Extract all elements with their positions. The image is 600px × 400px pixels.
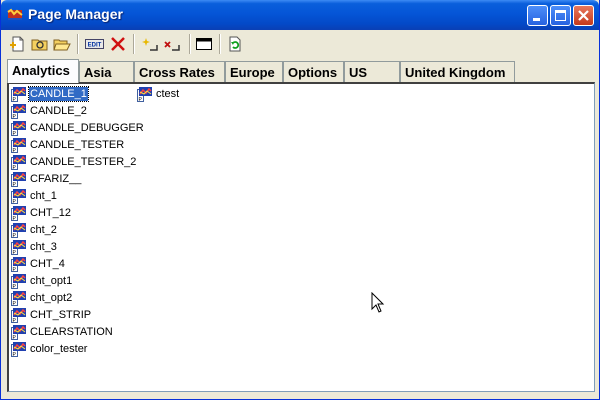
page-doc-icon: P	[137, 87, 152, 102]
window-title: Page Manager	[28, 6, 123, 22]
toolbar-separator	[219, 34, 221, 54]
toolbar-separator	[133, 34, 135, 54]
close-button[interactable]	[573, 5, 594, 26]
list-item-label: CLEARSTATION	[30, 326, 113, 338]
page-doc-icon: P	[11, 138, 26, 153]
toolbar-separator	[77, 34, 79, 54]
list-item-label: CANDLE_DEBUGGER	[30, 122, 144, 134]
refresh-icon	[229, 36, 241, 52]
page-doc-icon: P	[11, 240, 26, 255]
page-doc-icon: P	[11, 189, 26, 204]
open-folder-button[interactable]	[51, 33, 73, 55]
list-item-label: ctest	[156, 88, 180, 100]
page-doc-icon: P	[11, 155, 26, 170]
page-doc-icon: P	[11, 257, 26, 272]
tab-europe[interactable]: Europe	[225, 61, 283, 82]
svg-text:EDIT: EDIT	[88, 43, 102, 49]
tab-us[interactable]: US	[344, 61, 400, 82]
list-item-label: color_tester	[30, 343, 88, 355]
page-doc-icon: P	[11, 342, 26, 357]
close-icon	[578, 10, 589, 21]
list-item-label: CFARIZ__	[30, 173, 82, 185]
tab-options[interactable]: Options	[283, 61, 344, 82]
title-bar[interactable]: Page Manager	[1, 0, 599, 30]
open-folder-icon	[53, 39, 71, 51]
page-doc-icon: P	[11, 308, 26, 323]
page-doc-icon: P	[11, 172, 26, 187]
delete-icon	[111, 37, 125, 51]
edit-button[interactable]: EDIT	[83, 33, 105, 55]
list-item-label: CANDLE_TESTER_2	[30, 156, 137, 168]
rename-button[interactable]	[161, 33, 183, 55]
list-item-label: CHT_4	[30, 258, 65, 270]
tab-strip: Analytics Asia Cross Rates Europe Option…	[5, 59, 597, 83]
new-page-button[interactable]	[7, 33, 29, 55]
page-doc-icon: P	[11, 121, 26, 136]
toolbar-separator	[189, 34, 191, 54]
open-page-icon	[31, 39, 48, 51]
new-page-icon	[10, 36, 24, 52]
open-page-button[interactable]	[29, 33, 51, 55]
list-item-label: CHT_12	[30, 207, 71, 219]
refresh-button[interactable]	[223, 33, 245, 55]
tab-united-kingdom[interactable]: United Kingdom	[400, 61, 515, 82]
page-doc-icon: P	[11, 223, 26, 238]
page-doc-icon: P	[11, 206, 26, 221]
tab-asia[interactable]: Asia	[79, 61, 134, 82]
edit-icon: EDIT	[85, 39, 104, 49]
minimize-button[interactable]	[527, 5, 548, 26]
maximize-button[interactable]	[550, 5, 571, 26]
list-item-label: cht_opt2	[30, 292, 73, 304]
app-icon	[7, 8, 23, 20]
new-item-button[interactable]	[139, 33, 161, 55]
page-doc-icon: P	[11, 274, 26, 289]
delete-button[interactable]	[107, 33, 129, 55]
mouse-cursor-icon	[371, 292, 385, 313]
list-item-label: cht_3	[30, 241, 57, 253]
pages-list[interactable]: P CANDLE_1 P CANDLE_2 P CANDLE_DEBUGGER P CANDL…	[7, 82, 595, 392]
list-item-label: cht_1	[30, 190, 57, 202]
list-item-label: CANDLE_2	[30, 105, 87, 117]
tab-cross-rates[interactable]: Cross Rates	[134, 61, 225, 82]
new-item-icon	[142, 38, 158, 51]
minimize-icon	[533, 18, 540, 21]
tab-analytics[interactable]: Analytics	[7, 59, 79, 83]
toolbar: EDIT	[5, 32, 595, 56]
window-icon	[196, 38, 212, 50]
list-item-label: CANDLE_TESTER	[30, 139, 125, 151]
page-doc-icon: P	[11, 291, 26, 306]
page-doc-icon: P	[11, 87, 26, 102]
page-doc-icon: P	[11, 325, 26, 340]
page-doc-icon: P	[11, 104, 26, 119]
list-item-label: CHT_STRIP	[30, 309, 92, 321]
rename-icon	[164, 41, 180, 51]
list-item-label: CANDLE_1	[28, 86, 89, 102]
list-item-label: cht_2	[30, 224, 57, 236]
maximize-icon	[555, 10, 566, 21]
page-manager-window: Page Manager EDIT Analytics Asia Cross R…	[0, 0, 600, 400]
window-button[interactable]	[193, 33, 215, 55]
list-item-label: cht_opt1	[30, 275, 73, 287]
